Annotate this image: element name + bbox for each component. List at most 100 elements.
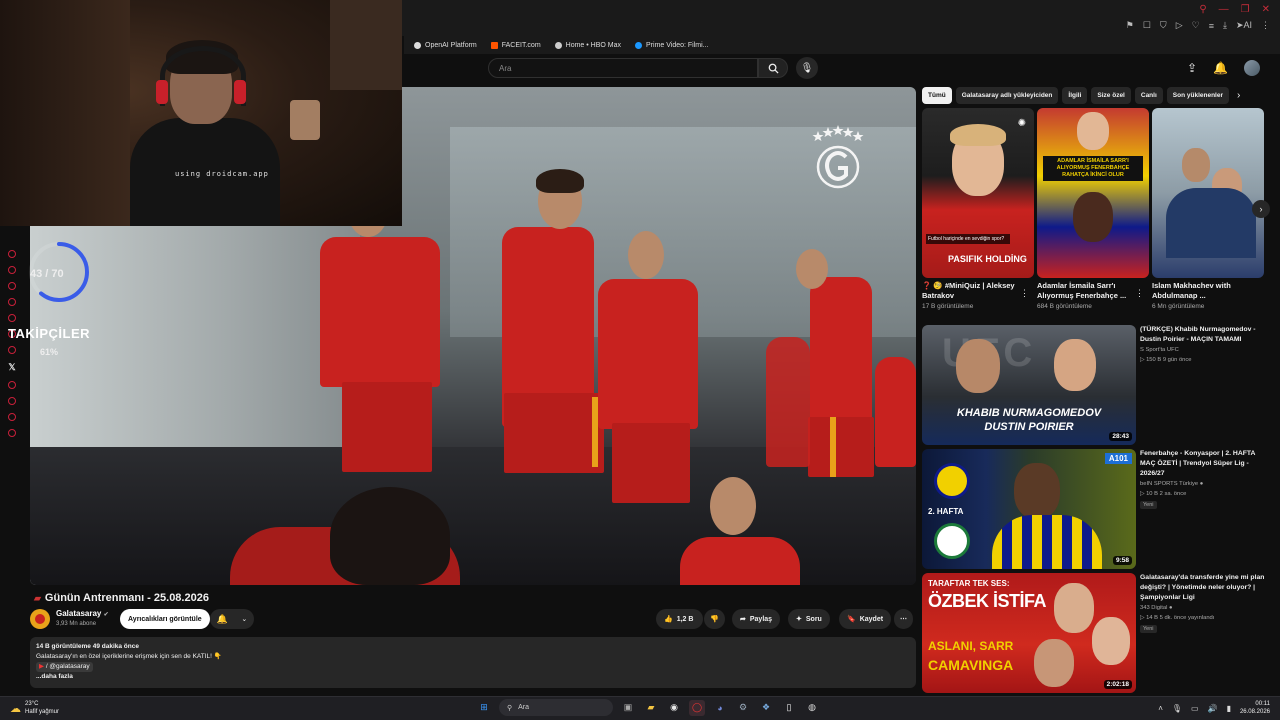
short-views: 17 B görüntüleme [922,303,974,310]
search-button[interactable] [758,58,788,78]
channel-tag[interactable]: ▶ / @galatasaray [36,662,93,672]
network-icon[interactable]: ▭ [1191,704,1199,713]
recommendation-card[interactable]: 2. HAFTA A101 9:58 Fenerbahçe - Konyaspo… [922,449,1276,569]
chip-related[interactable]: İlgili [1062,86,1088,104]
more-icon[interactable]: ⋮ [1020,288,1029,299]
save-button[interactable]: 🔖 Kaydet [839,609,892,629]
stream-social-rail: 𝕏 [0,240,24,700]
short-overlay-text: ADAMLAR İSMAİLA SARR'I ALIYORMUŞ FENERBA… [1043,156,1143,181]
bookmark-icon[interactable]: ☐ [1143,20,1151,31]
rec-channel[interactable]: 343 Digital ● [1140,605,1173,611]
chip-for-you[interactable]: Size özel [1091,86,1131,104]
search-icon[interactable]: ⚲ [1199,4,1206,15]
bookmark-faceit[interactable]: FACEIT.com [490,41,541,49]
ask-label: Soru [805,615,822,623]
video-description[interactable]: 14 B görüntüleme 49 dakika önce Galatasa… [30,637,916,688]
short-thumbnail [1152,108,1264,278]
voice-search-button[interactable]: 🎙 [796,57,818,79]
thumb-hair [950,124,1006,146]
thumbs-down-icon: 👎 [710,616,719,623]
minimize-icon[interactable]: — [1219,4,1229,15]
show-more-link[interactable]: ...daha fazla [36,673,73,680]
pin-icon[interactable]: ⚑ [1126,20,1134,31]
avatar[interactable] [1244,60,1260,76]
shield-icon[interactable]: ⛉ [1160,20,1167,31]
bookmark-prime[interactable]: Prime Video: Filmi... [635,41,709,49]
weather-widget[interactable]: ☁ 23°C Hafif yağmur [10,700,59,716]
social-icon [8,250,16,258]
dislike-button[interactable]: 👎 [704,609,725,629]
sparkle-icon: ✺ [1017,118,1026,129]
send-icon[interactable]: ➤AI [1236,20,1252,31]
social-icon [8,266,16,274]
chevron-right-icon[interactable]: › [1252,200,1270,218]
join-button[interactable]: Ayrıcalıkları görüntüle [120,609,210,629]
subscribe-bell-button[interactable]: 🔔 ⌄ [210,609,254,629]
chevron-up-icon[interactable]: ˄ [1158,704,1163,713]
folder-icon[interactable]: ▰ [643,700,659,716]
bookmark-label: FACEIT.com [501,41,541,49]
bookmark-openai[interactable]: OpenAI Platform [414,41,477,49]
opera-icon[interactable]: ◯ [689,699,705,716]
maximize-icon[interactable]: ❐ [1241,4,1250,15]
chip-recent[interactable]: Son yüklenenler [1166,86,1229,104]
short-thumbnail: ADAMLAR İSMAİLA SARR'I ALIYORMUŞ FENERBA… [1037,108,1149,278]
menu-icon[interactable]: ≡ [1209,21,1214,31]
new-badge: Yeni [1140,625,1157,633]
windows-start-icon[interactable]: ⊞ [476,700,492,716]
short-card[interactable]: Islam Makhachev with Abdulmanap ... 6 Mn… [1152,108,1264,310]
share-button[interactable]: ➦ Paylaş [732,609,781,629]
ask-button[interactable]: ✦ Soru [788,609,830,629]
more-icon[interactable]: ⋮ [1135,288,1144,299]
chevron-right-icon[interactable]: › [1237,90,1240,101]
close-icon[interactable]: ✕ [1262,4,1270,15]
more-actions-button[interactable]: ⋯ [894,609,913,629]
short-card[interactable]: Futbol hariçinde en sevdiğin spor? PASIF… [922,108,1034,310]
rec-thumbnail: 2. HAFTA A101 9:58 [922,449,1136,569]
rec-channel[interactable]: S Sport'ta UFC [1140,347,1179,353]
channel-avatar[interactable] [30,609,50,629]
clock[interactable]: 00:11 26.08.2026 [1240,700,1270,716]
heart-icon[interactable]: ♡ [1192,20,1200,31]
taskbar-search[interactable]: ⚲ Ara [499,699,613,716]
search-input[interactable]: Ara [488,58,758,78]
player-head [710,477,756,535]
channel-name[interactable]: Galatasaray ✔ [56,609,109,618]
short-thumbnail: Futbol hariçinde en sevdiğin spor? PASIF… [922,108,1034,278]
bookmark-hbo[interactable]: Home • HBO Max [554,41,621,49]
openai-icon [414,41,421,49]
more-icon[interactable]: ⋮ [1261,20,1270,31]
app-icon[interactable]: ❖ [758,700,774,716]
bell-icon[interactable]: 🔔 [1213,61,1228,75]
chip-all[interactable]: Tümü [922,86,952,104]
system-tray: ˄ 🎙 ▭ 🔊 ▮ 00:11 26.08.2026 [1158,700,1270,716]
obs-icon[interactable]: ◍ [804,700,820,716]
recommendation-card[interactable]: TARAFTAR TEK SES: ÖZBEK İSTİFA ASLANI, S… [922,573,1276,693]
shorts-shelf: Futbol hariçinde en sevdiğin spor? PASIF… [922,108,1272,318]
thumb-sub: ASLANI, SARR [928,639,1014,653]
chip-from-uploader[interactable]: Galatasaray adlı yükleyiciden [955,86,1059,104]
duration-badge: 9:58 [1112,556,1132,565]
mic-icon[interactable]: 🎙 [1172,704,1182,713]
task-view-icon[interactable]: ▣ [620,700,636,716]
play-icon[interactable]: ▷ [1176,20,1183,31]
galatasaray-logo [812,125,864,189]
share-icon: ➦ [740,616,746,623]
recommendation-card[interactable]: UFC KHABIB NURMAGOMEDOV DUSTIN POIRIER 2… [922,325,1276,445]
volume-icon[interactable]: 🔊 [1208,704,1218,713]
like-button[interactable]: 👍 1,2 B [656,609,704,629]
chip-live[interactable]: Canlı [1134,86,1163,104]
clock-date: 26.08.2026 [1239,709,1270,715]
chrome-icon[interactable]: ◉ [666,700,682,716]
upload-icon[interactable]: ⇪ [1187,61,1197,75]
player-shorts [504,393,604,473]
battery-icon[interactable]: ▮ [1227,704,1231,713]
short-card[interactable]: ADAMLAR İSMAİLA SARR'I ALIYORMUŞ FENERBA… [1037,108,1149,310]
steam-icon[interactable]: ⚙ [735,700,751,716]
clock-time: 00:11 [1255,701,1270,707]
download-icon[interactable]: ⤓ [1223,20,1227,31]
short-title: Islam Makhachev with Abdulmanap ... [1152,281,1231,300]
rec-channel[interactable]: beIN SPORTS Türkiye ● [1140,481,1203,487]
discord-icon[interactable]: ◕ [712,700,728,716]
file-icon[interactable]: ▯ [781,700,797,716]
